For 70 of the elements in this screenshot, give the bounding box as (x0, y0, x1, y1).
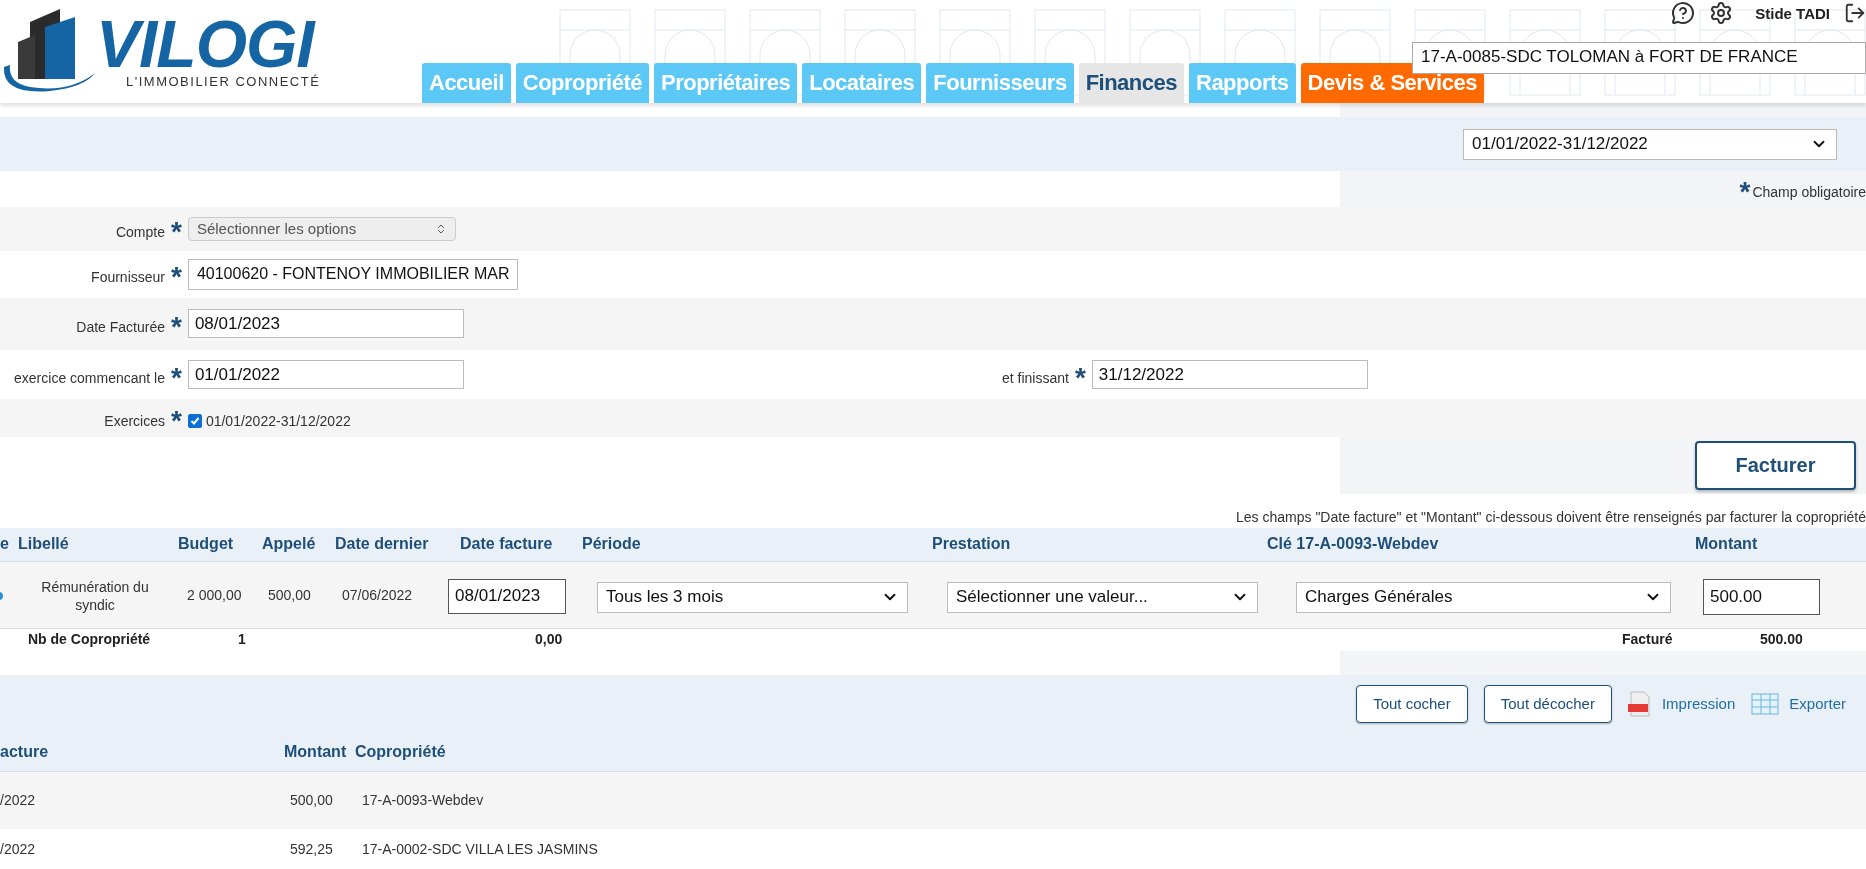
table-cell: /2022 (0, 791, 36, 808)
column-header: e (0, 535, 9, 553)
table-cell-text: Rémunération du syndic (40, 577, 150, 614)
table-cell: 17-A-0002-SDC VILLA LES JASMINS (362, 841, 598, 858)
table-cell: /2022 (0, 841, 36, 858)
amount-input[interactable]: 500.00 (1703, 578, 1820, 615)
period-select[interactable]: 01/01/2022-31/12/2022 (1463, 128, 1837, 160)
field-label: Exercices (104, 413, 165, 430)
help-icon[interactable] (1671, 1, 1696, 25)
field-label: Fournisseur (91, 269, 165, 286)
column-header: Prestation (932, 535, 1011, 553)
column-header: Date facture (460, 535, 553, 553)
required-note: Champ obligatoire (1752, 184, 1866, 201)
table-cell: 17-A-0093-Webdev (362, 791, 484, 808)
settings-icon[interactable] (1709, 1, 1734, 25)
column-header: Copropriété (355, 742, 446, 760)
instruction-note: Les champs "Date facture" et "Montant" ci-dessous doivent être renseignés par facturer la copropriété (1236, 509, 1866, 526)
table-cell: 1 (238, 631, 246, 648)
select-all-button[interactable]: Tout décocher (1483, 684, 1612, 723)
table-cell: 07/06/2022 (342, 586, 413, 603)
checkbox[interactable] (187, 414, 202, 429)
table-cell: Nb de Copropriété (28, 631, 151, 648)
table-cell: Facturé (1622, 631, 1673, 648)
logout-icon[interactable] (1844, 2, 1866, 24)
field-label: et finissant (1001, 369, 1069, 386)
column-header: Montant (284, 742, 347, 760)
required-mark: * (171, 312, 182, 335)
field-label: Date Facturée (76, 318, 165, 335)
key-select[interactable]: Charges Générales (1296, 581, 1671, 613)
user-name[interactable]: Stide TADI (1755, 4, 1830, 22)
column-header: Appelé (262, 535, 316, 553)
logo-name: VILOGI (96, 14, 316, 74)
required-mark: * (171, 407, 182, 430)
field-label: exercice commencant le (14, 369, 165, 386)
facturer-button[interactable]: Facturer (1695, 441, 1856, 491)
date-input[interactable]: 08/01/2023 (448, 578, 566, 614)
input-field[interactable]: 08/01/2023 (187, 309, 464, 339)
column-header: Libellé (18, 535, 69, 553)
logo-tagline: L'IMMOBILIER CONNECTÉ (126, 74, 321, 89)
table-cell: 500,00 (268, 586, 311, 603)
checkbox-label: 01/01/2022-31/12/2022 (205, 413, 351, 430)
print-link[interactable]: Impression (1661, 695, 1736, 713)
pdf-icon[interactable] (1627, 690, 1652, 717)
table-cell: 2 000,00 (187, 586, 242, 603)
field-label: Compte (115, 223, 165, 240)
prestation-select[interactable]: Sélectionner une valeur... (947, 581, 1258, 613)
column-header: Montant (1695, 535, 1758, 553)
required-mark: * (171, 363, 182, 386)
input-field[interactable]: 01/01/2022 (187, 360, 464, 389)
required-mark: * (171, 263, 182, 286)
column-header: acture (0, 742, 49, 760)
copropriete-field[interactable]: 17-A-0085-SDC TOLOMAN à FORT DE FRANCE (1412, 42, 1866, 74)
column-header: Période (582, 535, 641, 553)
input-field[interactable]: 31/12/2022 (1091, 360, 1368, 389)
column-header: Clé 17-A-0093-Webdev (1267, 535, 1439, 553)
select-field[interactable]: 40100620 - FONTENOY IMMOBILIER MAR (187, 258, 518, 290)
nav-tab[interactable]: Finances (1078, 63, 1184, 103)
table-cell: 500,00 (290, 791, 333, 808)
select-all-button[interactable]: Tout cocher (1356, 684, 1468, 723)
export-link[interactable]: Exporter (1789, 695, 1846, 713)
column-header: Date dernier (335, 535, 429, 553)
table-cell: 0,00 (535, 631, 563, 648)
period-select[interactable]: Tous les 3 mois (597, 581, 908, 613)
multiselect-field[interactable]: Sélectionner les options (187, 216, 456, 241)
table-cell: 500.00 (1760, 631, 1803, 648)
table-cell: 592,25 (290, 841, 333, 858)
required-mark: * (171, 217, 182, 240)
required-mark: * (1074, 363, 1086, 386)
required-mark: * (1739, 178, 1751, 201)
column-header: Budget (178, 535, 234, 553)
